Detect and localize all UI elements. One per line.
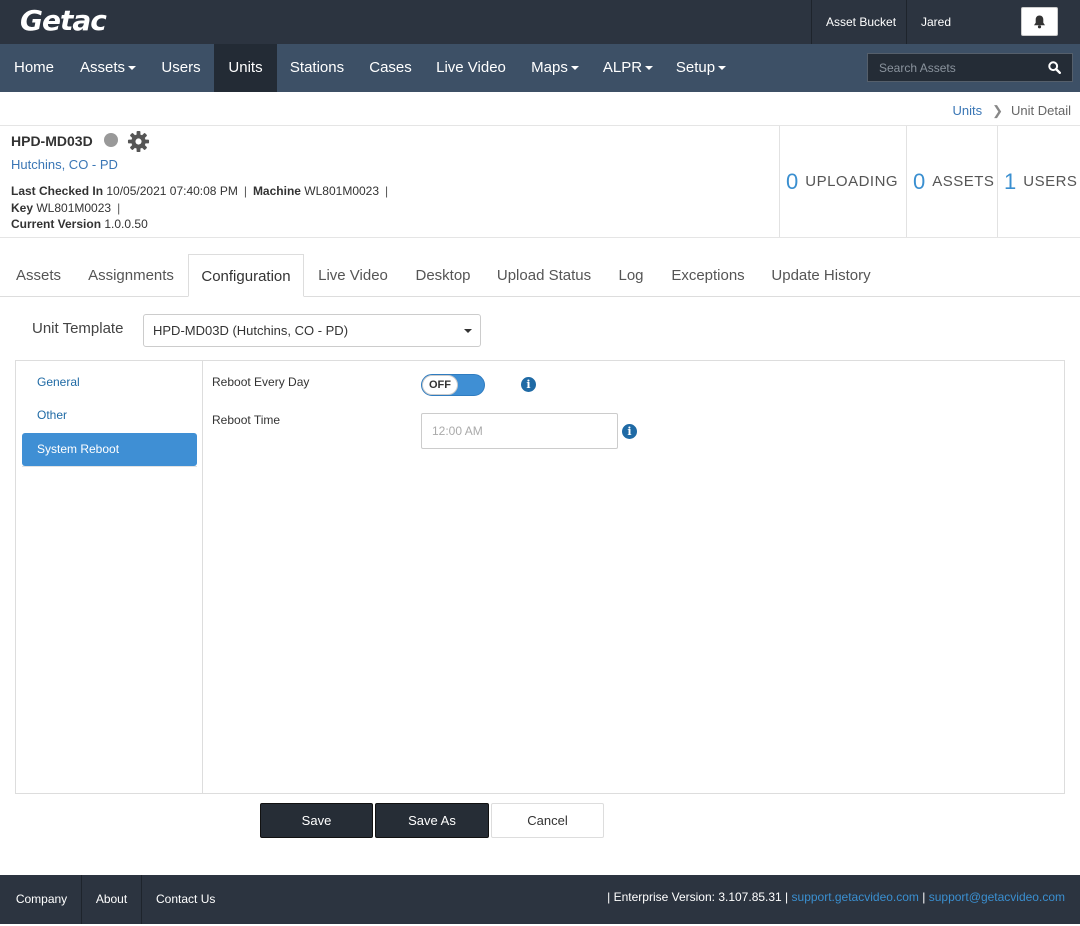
support-email-link[interactable]: support@getacvideo.com [929,890,1065,904]
getac-logo[interactable]: Getac [20,4,107,37]
notifications-button[interactable] [1021,7,1058,36]
uploading-label: UPLOADING [805,173,899,190]
config-panel: General Other System Reboot Reboot Every… [15,360,1065,794]
search-input[interactable] [868,54,1038,81]
nav-stations[interactable]: Stations [277,44,357,92]
tab-update-history[interactable]: Update History [758,254,884,297]
cancel-button[interactable]: Cancel [491,803,604,838]
nav-home[interactable]: Home [0,44,68,92]
user-menu[interactable]: Jared Hutchins [906,0,1007,73]
reboot-every-day-label: Reboot Every Day [212,375,310,389]
save-as-button[interactable]: Save As [375,803,489,838]
uploading-stat[interactable]: 0 UPLOADING [779,126,907,237]
reboot-time-label: Reboot Time [212,413,281,427]
key-label: Key [11,201,34,215]
nav-assets-label: Assets [79,59,125,76]
users-stat[interactable]: 1 USERS [997,126,1080,237]
search-button[interactable] [1036,54,1072,81]
info-icon[interactable]: i [622,424,637,439]
footer-company-link[interactable]: Company [2,875,82,924]
status-dot-icon [104,133,118,147]
footer-divider: | [922,890,926,904]
machine-value: WL801M0023 [304,184,380,198]
version-value: 1.0.0.50 [104,217,148,231]
nav-setup[interactable]: Setup [664,44,738,92]
nav-cases[interactable]: Cases [357,44,424,92]
bell-icon [1034,15,1045,28]
version-label: Current Version [11,217,102,231]
divider [0,237,1080,238]
tab-assets[interactable]: Assets [3,254,74,297]
nav-alpr-label: ALPR [602,59,643,76]
nav-alpr[interactable]: ALPR [592,44,664,92]
tab-log[interactable]: Log [604,254,658,297]
unit-meta-line-3: Current Version 1.0.0.50 [11,217,148,231]
nav-maps[interactable]: Maps [518,44,592,92]
users-count: 1 [1004,168,1017,194]
asset-bucket-link[interactable]: Asset Bucket [811,0,910,44]
search-icon [1047,61,1061,74]
footer-version: | Enterprise Version: 3.107.85.31 | supp… [607,875,1065,920]
unit-template-select[interactable]: HPD-MD03D (Hutchins, CO - PD) [143,314,481,347]
uploading-count: 0 [786,168,799,194]
nav-live-video[interactable]: Live Video [424,44,518,92]
tab-exceptions[interactable]: Exceptions [658,254,758,297]
chevron-down-icon [570,66,579,71]
unit-template-label: Unit Template [32,320,124,337]
nav-assets[interactable]: Assets [68,44,148,92]
sidebar-item-other[interactable]: Other [22,399,197,432]
users-label: USERS [1023,173,1078,190]
footer-about-link[interactable]: About [82,875,142,924]
tab-upload-status[interactable]: Upload Status [484,254,604,297]
last-checked-label: Last Checked In [11,184,104,198]
nav-users[interactable]: Users [148,44,214,92]
assets-stat[interactable]: 0 ASSETS [906,126,998,237]
support-site-link[interactable]: support.getacvideo.com [792,890,919,904]
tab-configuration[interactable]: Configuration [188,254,304,297]
search-box [867,53,1073,82]
chevron-down-icon [128,66,136,71]
assets-count: 0 [913,168,926,194]
footer-contact-link[interactable]: Contact Us [142,875,229,924]
tab-assignments[interactable]: Assignments [74,254,188,297]
gear-icon[interactable] [127,130,150,153]
reboot-time-input[interactable] [421,413,618,449]
config-sidebar: General Other System Reboot [16,361,203,793]
chevron-down-icon [718,66,727,71]
tab-desktop[interactable]: Desktop [402,254,484,297]
agency-link[interactable]: Hutchins, CO - PD [11,157,118,172]
reboot-every-day-toggle[interactable]: OFF [421,374,485,396]
main-nav: Home Assets Users Units Stations Cases L… [0,44,1080,92]
nav-units[interactable]: Units [214,44,277,92]
chevron-down-icon [645,66,654,71]
toggle-state: OFF [422,375,458,395]
info-icon[interactable]: i [521,377,536,392]
unit-name: HPD-MD03D [11,133,93,149]
top-bar: Getac Asset Bucket Jared Hutchins [0,0,1080,73]
unit-template-value: HPD-MD03D (Hutchins, CO - PD) [153,323,349,338]
breadcrumb-units-link[interactable]: Units [953,103,983,118]
key-value: WL801M0023 [36,201,112,215]
unit-meta-line-1: Last Checked In 10/05/2021 07:40:08 PM | M… [11,184,389,198]
last-checked-value: 10/05/2021 07:40:08 PM [106,184,238,198]
chevron-right-icon: ❯ [992,103,1004,118]
sidebar-divider [22,466,197,467]
footer: Company About Contact Us | Enterprise Ve… [0,875,1080,924]
save-button[interactable]: Save [260,803,373,838]
tab-live-video[interactable]: Live Video [304,254,402,297]
chevron-down-icon [464,329,472,333]
nav-setup-label: Setup [675,59,716,76]
version-text: | Enterprise Version: 3.107.85.31 | [607,890,789,904]
nav-maps-label: Maps [531,59,568,76]
machine-label: Machine [252,184,301,198]
sidebar-item-general[interactable]: General [22,366,197,399]
assets-label: ASSETS [932,173,995,190]
sidebar-item-system-reboot[interactable]: System Reboot [22,433,197,466]
breadcrumb-current: Unit Detail [1011,103,1071,118]
breadcrumb: Units ❯ Unit Detail [953,103,1072,119]
unit-meta-line-2: Key WL801M0023 | [11,201,121,215]
